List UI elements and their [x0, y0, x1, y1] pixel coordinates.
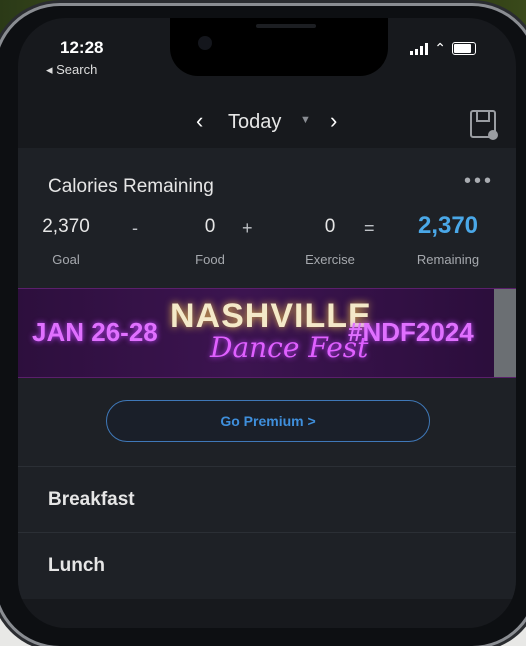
chevron-down-icon[interactable]: ▼ — [300, 114, 311, 126]
meal-row-lunch[interactable]: Lunch — [18, 532, 516, 599]
meal-label: Breakfast — [48, 489, 135, 510]
minus-operator: - — [132, 218, 138, 238]
signal-icon — [410, 42, 429, 55]
phone-frame: 12:28 ◂ Search ⌃ ‹ Today ▼ › Calories Re… — [0, 6, 526, 646]
notch — [170, 18, 388, 76]
ad-banner[interactable]: JAN 26-28 NASHVILLE Dance Fest #NDF2024 — [18, 288, 516, 378]
goal-value: 2,370 — [42, 216, 90, 237]
ad-date-text: JAN 26-28 — [32, 317, 158, 347]
status-icons: ⌃ — [410, 40, 476, 57]
calories-title: Calories Remaining — [48, 176, 214, 197]
status-time: 12:28 — [60, 38, 104, 57]
food-label: Food — [195, 252, 225, 267]
app-screen: 12:28 ◂ Search ⌃ ‹ Today ▼ › Calories Re… — [18, 18, 516, 628]
front-camera — [198, 36, 212, 50]
wifi-icon: ⌃ — [434, 40, 446, 56]
chevron-right-icon[interactable]: › — [330, 108, 337, 134]
remaining-label: Remaining — [416, 252, 480, 267]
save-day-icon[interactable] — [470, 110, 498, 140]
more-options-icon[interactable]: ••• — [464, 170, 494, 193]
date-navigation: ‹ Today ▼ › — [18, 108, 516, 144]
meal-row-breakfast[interactable]: Breakfast — [18, 466, 516, 533]
go-premium-button[interactable]: Go Premium > — [106, 400, 430, 442]
plus-operator: + — [242, 218, 253, 238]
battery-icon — [452, 42, 476, 55]
exercise-label: Exercise — [305, 252, 355, 267]
back-to-search-link[interactable]: ◂ Search — [46, 62, 97, 78]
remaining-value: 2,370 — [417, 212, 479, 239]
ad-hashtag: #NDF2024 — [348, 317, 474, 347]
earpiece-speaker — [256, 24, 316, 28]
ad-subtitle: Dance Fest — [210, 331, 369, 364]
date-title[interactable]: Today — [228, 111, 281, 134]
premium-section: Go Premium > — [18, 378, 516, 466]
equals-operator: = — [364, 218, 375, 238]
chevron-left-icon[interactable]: ‹ — [196, 108, 203, 134]
goal-label: Goal — [52, 252, 80, 267]
ad-edge-image — [494, 289, 516, 377]
meal-label: Lunch — [48, 555, 105, 576]
